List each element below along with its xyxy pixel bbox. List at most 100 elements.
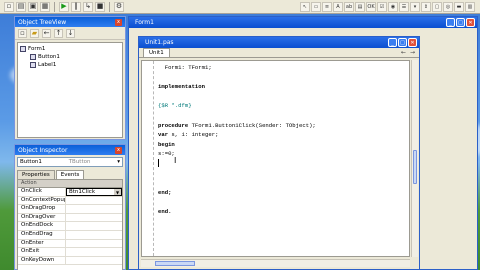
event-name: OnDragOver xyxy=(18,213,66,222)
palette-groupbox-icon[interactable]: ▢ xyxy=(432,2,442,12)
event-row[interactable]: OnExit xyxy=(18,248,122,257)
run-icon[interactable]: ▶ xyxy=(59,1,69,12)
stop-icon[interactable]: ■ xyxy=(95,1,105,12)
code-line[interactable]: procedure TForm1.Button1Click(Sender: TO… xyxy=(158,121,407,131)
palette-edit-icon[interactable]: ab xyxy=(344,2,354,12)
maximize-icon[interactable]: □ xyxy=(398,38,407,47)
arrow-back-icon[interactable]: ← xyxy=(401,49,406,56)
palette-menu-icon[interactable]: ≡ xyxy=(322,2,332,12)
event-handler-field[interactable] xyxy=(66,197,122,205)
event-handler-field[interactable] xyxy=(66,205,122,213)
tree-node-label1[interactable]: Label1 xyxy=(20,61,120,69)
arrow-left-icon[interactable]: ← xyxy=(42,28,51,38)
editor-nav: ← → xyxy=(401,49,415,56)
code-line[interactable]: begin xyxy=(158,140,407,150)
chevron-down-icon[interactable]: ▼ xyxy=(114,189,121,195)
palette-cursor-icon[interactable]: ↖ xyxy=(300,2,310,12)
code-text[interactable]: Form1: TForm1; implementation {$R *.dfm} pr… xyxy=(158,63,407,217)
code-area[interactable]: Form1: TForm1; implementation {$R *.dfm} pr… xyxy=(141,60,410,257)
tab-unit1[interactable]: Unit1 xyxy=(143,48,170,57)
event-row[interactable]: OnDragDrop xyxy=(18,205,122,214)
event-row[interactable]: OnEnter xyxy=(18,239,122,249)
form-icon xyxy=(20,46,26,52)
vertical-scrollbar[interactable] xyxy=(411,60,418,257)
form1-titlebar[interactable]: Form1 _ □ ✕ xyxy=(129,17,477,28)
palette-label-icon[interactable]: A xyxy=(333,2,343,12)
arrow-down-icon[interactable]: ↓ xyxy=(66,28,75,38)
new-item-icon[interactable]: ▫ xyxy=(18,28,27,38)
close-icon[interactable]: x xyxy=(115,146,122,154)
code-line[interactable]: Form1: TForm1; xyxy=(158,63,407,73)
event-row[interactable]: OnEndDrag xyxy=(18,230,122,240)
tree-node-form1[interactable]: Form1 xyxy=(20,45,120,53)
build-icon[interactable]: ⚙ xyxy=(114,1,124,12)
palette-checkbox-icon[interactable]: ☑ xyxy=(377,2,387,12)
event-handler-field[interactable] xyxy=(66,240,122,248)
code-line[interactable]: implementation xyxy=(158,82,407,92)
event-row[interactable]: OnEndDock xyxy=(18,222,122,231)
object-inspector-titlebar[interactable]: Object Inspector x xyxy=(15,145,125,155)
component-selector[interactable]: Button1 TButton ▾ xyxy=(17,157,123,167)
close-icon[interactable]: ✕ xyxy=(466,18,475,27)
event-name: OnClick xyxy=(18,188,66,196)
event-row-onclick[interactable]: OnClick Btn1Click ▼ xyxy=(18,188,122,197)
palette-memo-icon[interactable]: ▤ xyxy=(355,2,365,12)
palette-actionlist-icon[interactable]: ▥ xyxy=(465,2,475,12)
tab-events[interactable]: Events xyxy=(55,170,85,179)
code-line[interactable] xyxy=(158,111,407,121)
event-name: OnKeyDown xyxy=(18,256,66,265)
code-line[interactable] xyxy=(158,159,407,169)
tree-node-button1[interactable]: Button1 xyxy=(20,53,120,61)
editor-gutter xyxy=(142,61,154,256)
close-icon[interactable]: x xyxy=(115,18,122,26)
code-line[interactable] xyxy=(158,169,407,179)
palette-radio-icon[interactable]: ◉ xyxy=(388,2,398,12)
editor-titlebar[interactable]: Unit1.pas _ □ ✕ xyxy=(139,37,419,48)
save-all-icon[interactable]: ▦ xyxy=(40,1,50,12)
close-icon[interactable]: ✕ xyxy=(408,38,417,47)
code-line[interactable]: {$R *.dfm} xyxy=(158,101,407,111)
arrow-up-icon[interactable]: ↑ xyxy=(54,28,63,38)
folder-icon[interactable]: ▰ xyxy=(30,28,39,38)
code-line[interactable]: s:=0; xyxy=(158,149,407,159)
code-line[interactable]: end; xyxy=(158,188,407,198)
event-row[interactable]: OnContextPopup xyxy=(18,196,122,206)
code-line[interactable] xyxy=(158,178,407,188)
arrow-forward-icon[interactable]: → xyxy=(410,49,415,56)
palette-radiogroup-icon[interactable]: ◎ xyxy=(443,2,453,12)
code-line[interactable] xyxy=(158,73,407,83)
palette-listbox-icon[interactable]: ☰ xyxy=(399,2,409,12)
object-treeview-titlebar[interactable]: Object TreeView x xyxy=(15,17,125,27)
maximize-icon[interactable]: □ xyxy=(456,18,465,27)
horizontal-scrollbar[interactable] xyxy=(141,259,410,267)
minimize-icon[interactable]: _ xyxy=(446,18,455,27)
scroll-thumb[interactable] xyxy=(155,261,195,266)
chevron-down-icon[interactable]: ▾ xyxy=(117,159,120,165)
open-icon[interactable]: ▤ xyxy=(16,1,26,12)
event-handler-field[interactable] xyxy=(66,257,122,265)
event-handler-field[interactable] xyxy=(66,214,122,222)
code-line[interactable]: var s, i: integer; xyxy=(158,130,407,140)
code-line[interactable] xyxy=(158,92,407,102)
event-name: OnDragDrop xyxy=(18,205,66,213)
event-handler-field[interactable] xyxy=(66,248,122,256)
event-handler-field[interactable]: Btn1Click ▼ xyxy=(66,188,122,196)
palette-frame-icon[interactable]: ▭ xyxy=(311,2,321,12)
scroll-thumb[interactable] xyxy=(413,150,417,184)
step-icon[interactable]: ↳ xyxy=(83,1,93,12)
code-line[interactable] xyxy=(158,197,407,207)
tab-properties[interactable]: Properties xyxy=(17,170,55,179)
event-handler-field[interactable] xyxy=(66,222,122,230)
event-handler-field[interactable] xyxy=(66,231,122,239)
palette-button-icon[interactable]: OK xyxy=(366,2,376,12)
new-icon[interactable]: ▫ xyxy=(4,1,14,12)
event-row[interactable]: OnDragOver xyxy=(18,213,122,223)
palette-panel-icon[interactable]: ▬ xyxy=(454,2,464,12)
palette-scrollbar-icon[interactable]: ⇕ xyxy=(421,2,431,12)
minimize-icon[interactable]: _ xyxy=(388,38,397,47)
event-row[interactable]: OnKeyDown xyxy=(18,256,122,266)
save-icon[interactable]: ▣ xyxy=(28,1,38,12)
code-line[interactable]: end. xyxy=(158,207,407,217)
pause-icon[interactable]: ‖ xyxy=(71,1,81,12)
palette-combobox-icon[interactable]: ▾ xyxy=(410,2,420,12)
